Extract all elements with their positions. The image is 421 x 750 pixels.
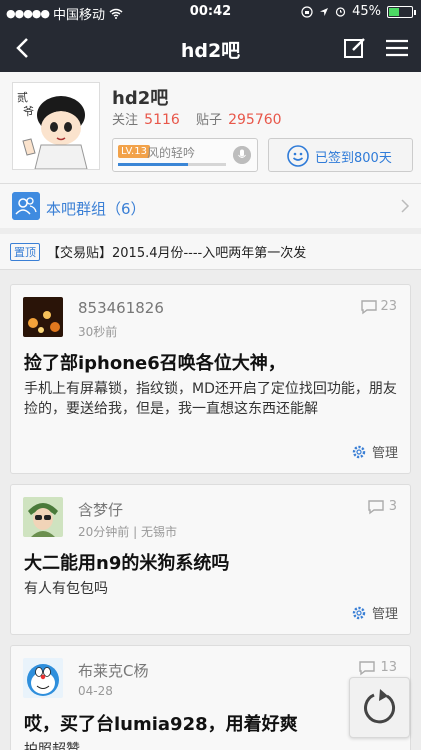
forum-stats: 关注 5116 贴子 295760 — [112, 109, 294, 128]
level-name: 风的轻吟 — [147, 146, 196, 160]
candle-photo-icon — [23, 297, 63, 337]
post-title: 哎，买了台lumia928，用着好爽 — [24, 714, 298, 735]
group-icon — [12, 192, 40, 220]
user-avatar — [23, 658, 63, 698]
gear-icon — [352, 445, 366, 458]
smile-icon — [287, 145, 309, 167]
battery-icon — [387, 5, 416, 18]
post-meta: 04-28 — [78, 684, 113, 698]
nav-bar: hd2吧 — [0, 24, 421, 72]
level-progress-bar — [118, 163, 226, 166]
follow-count: 5116 — [144, 112, 180, 128]
person-photo-icon — [23, 497, 63, 537]
user-avatar — [23, 297, 63, 337]
post-title: 大二能用n9的米狗系统吗 — [24, 553, 230, 574]
post-card[interactable]: 853461826 30秒前 23 捡了部iphone6召唤各位大神， 手机上有… — [10, 284, 411, 474]
comment-icon — [361, 300, 377, 315]
forum-name: hd2吧 — [112, 88, 169, 109]
pinned-post-row[interactable]: 置顶 【交易贴】2015.4月份----入吧两年第一次发 — [0, 234, 421, 270]
signin-button[interactable]: 已签到800天 — [268, 138, 413, 172]
post-meta: 30秒前 — [78, 325, 118, 339]
comment-count: 13 — [380, 660, 397, 675]
manage-button[interactable]: 管理 — [351, 442, 398, 461]
comment-icon — [359, 661, 375, 676]
forum-header: 贰 爷 hd2吧 关注 5116 贴子 295760 LV.13 风的轻吟 已签… — [0, 72, 421, 184]
manage-button[interactable]: 管理 — [351, 603, 398, 622]
alarm-icon — [335, 7, 346, 17]
doraemon-avatar-icon — [23, 658, 63, 698]
compose-icon[interactable] — [341, 34, 369, 62]
svg-text:贰: 贰 — [17, 90, 28, 104]
battery-percent: 45% — [352, 4, 381, 19]
menu-icon[interactable] — [383, 34, 411, 62]
gear-icon — [352, 606, 366, 619]
follow-label: 关注 — [112, 113, 139, 128]
group-label: 本吧群组（6） — [46, 200, 146, 218]
post-username[interactable]: 布莱克C杨 — [78, 660, 148, 681]
post-username[interactable]: 853461826 — [78, 299, 164, 317]
microphone-icon — [233, 146, 251, 164]
manage-label: 管理 — [371, 446, 398, 461]
user-avatar — [23, 497, 63, 537]
refresh-icon — [364, 689, 395, 724]
manage-label: 管理 — [371, 607, 398, 622]
refresh-button[interactable] — [349, 677, 410, 738]
posts-count: 295760 — [228, 112, 282, 128]
cartoon-avatar-icon: 贰 爷 — [13, 83, 99, 170]
post-title: 捡了部iphone6召唤各位大神， — [24, 353, 286, 374]
pinned-badge: 置顶 — [10, 243, 40, 261]
comment-count: 3 — [388, 499, 397, 514]
comment-icon — [368, 500, 384, 515]
group-row[interactable]: 本吧群组（6） — [0, 184, 421, 228]
posts-label: 贴子 — [195, 113, 222, 128]
chevron-right-icon — [401, 199, 410, 213]
status-bar: ●●●●● 中国移动 00:42 45% — [0, 0, 421, 24]
lock-rotation-icon — [301, 5, 313, 18]
svg-text:爷: 爷 — [23, 104, 34, 118]
post-text: 拍照超赞 — [24, 742, 80, 750]
signin-label: 已签到800天 — [315, 151, 392, 166]
level-badge: LV.13 — [118, 145, 150, 158]
comment-count: 23 — [380, 299, 397, 314]
post-card[interactable]: 含梦仔 20分钟前 | 无锡市 3 大二能用n9的米狗系统吗 有人有包包吗 管理 — [10, 484, 411, 635]
pinned-post-title: 【交易贴】2015.4月份----入吧两年第一次发 — [47, 246, 307, 261]
post-text: 有人有包包吗 — [24, 581, 108, 597]
forum-avatar: 贰 爷 — [12, 82, 100, 170]
level-box[interactable]: LV.13 风的轻吟 — [112, 138, 258, 172]
post-meta: 20分钟前 | 无锡市 — [78, 525, 177, 539]
post-text: 手机上有屏幕锁，指纹锁，MD还开启了定位找回功能，朋友捡的，要送给我，但是，我一… — [24, 381, 397, 417]
location-icon — [320, 7, 329, 16]
post-username[interactable]: 含梦仔 — [78, 499, 123, 520]
